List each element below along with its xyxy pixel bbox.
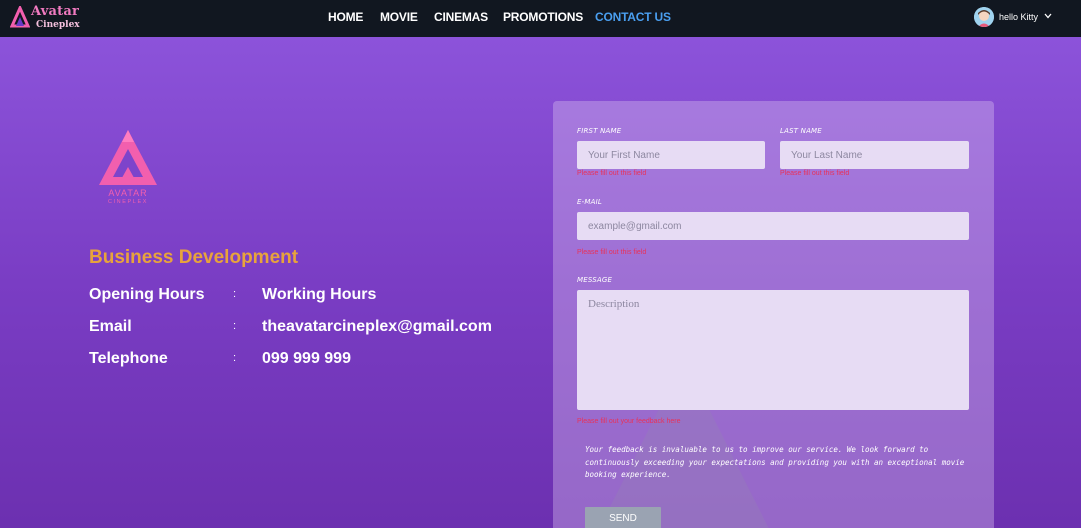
info-value-email[interactable]: theavatarcineplex@gmail.com: [262, 318, 492, 336]
info-separator: :: [233, 352, 237, 364]
first-name-error: Please fill out this field: [577, 170, 647, 177]
logo-line-2: CINEPLEX: [107, 199, 148, 205]
info-label: Email: [89, 318, 132, 335]
info-label: Opening Hours: [89, 286, 205, 303]
info-row-email: Email : theavatarcineplex@gmail.com: [89, 318, 519, 340]
info-label: Telephone: [89, 350, 168, 367]
email-input[interactable]: [577, 212, 969, 240]
message-label: MESSAGE: [577, 276, 613, 284]
email-error: Please fill out this field: [577, 249, 647, 256]
message-textarea[interactable]: [577, 290, 969, 410]
user-avatar: [974, 7, 994, 27]
info-value: Working Hours: [262, 286, 377, 303]
info-separator: :: [233, 320, 237, 332]
nav-item-promotions[interactable]: PROMOTIONS: [503, 10, 583, 24]
nav-item-home[interactable]: HOME: [328, 10, 363, 24]
nav-item-cinemas[interactable]: CINEMAS: [434, 10, 488, 24]
nav-item-movie[interactable]: MOVIE: [380, 10, 418, 24]
last-name-input[interactable]: [780, 141, 969, 169]
first-name-input[interactable]: [577, 141, 765, 169]
info-separator: :: [233, 288, 237, 300]
main-nav: HOME MOVIE CINEMAS PROMOTIONS CONTACT US: [0, 10, 1081, 26]
message-error: Please fill out your feedback here: [577, 418, 681, 425]
email-label: E-MAIL: [577, 198, 602, 206]
business-development-title: Business Development: [89, 247, 299, 268]
last-name-label: LAST NAME: [780, 127, 822, 135]
feedback-note: Your feedback is invaluable to us to imp…: [585, 445, 965, 479]
contact-form: FIRST NAME Please fill out this field LA…: [553, 101, 994, 528]
user-greeting: hello Kitty: [999, 12, 1039, 22]
top-navbar: Avatar Cineplex HOME MOVIE CINEMAS PROMO…: [0, 0, 1081, 37]
first-name-label: FIRST NAME: [577, 127, 622, 135]
logo-line-1: AVATAR: [108, 188, 148, 198]
info-value-telephone[interactable]: 099 999 999: [262, 350, 351, 368]
avatar-face-icon: [974, 7, 994, 27]
logo-triangle-icon: [99, 130, 157, 185]
nav-item-contact-us[interactable]: CONTACT US: [595, 10, 671, 24]
send-button[interactable]: SEND: [585, 507, 661, 528]
contact-page: AVATAR CINEPLEX Business Development Ope…: [0, 37, 1081, 528]
chevron-down-icon[interactable]: [1044, 13, 1052, 19]
info-row-telephone: Telephone : 099 999 999: [89, 350, 519, 372]
last-name-error: Please fill out this field: [780, 170, 850, 177]
cineplex-logo: AVATAR CINEPLEX: [96, 127, 160, 209]
info-row-opening-hours: Opening Hours : Working Hours: [89, 286, 519, 308]
